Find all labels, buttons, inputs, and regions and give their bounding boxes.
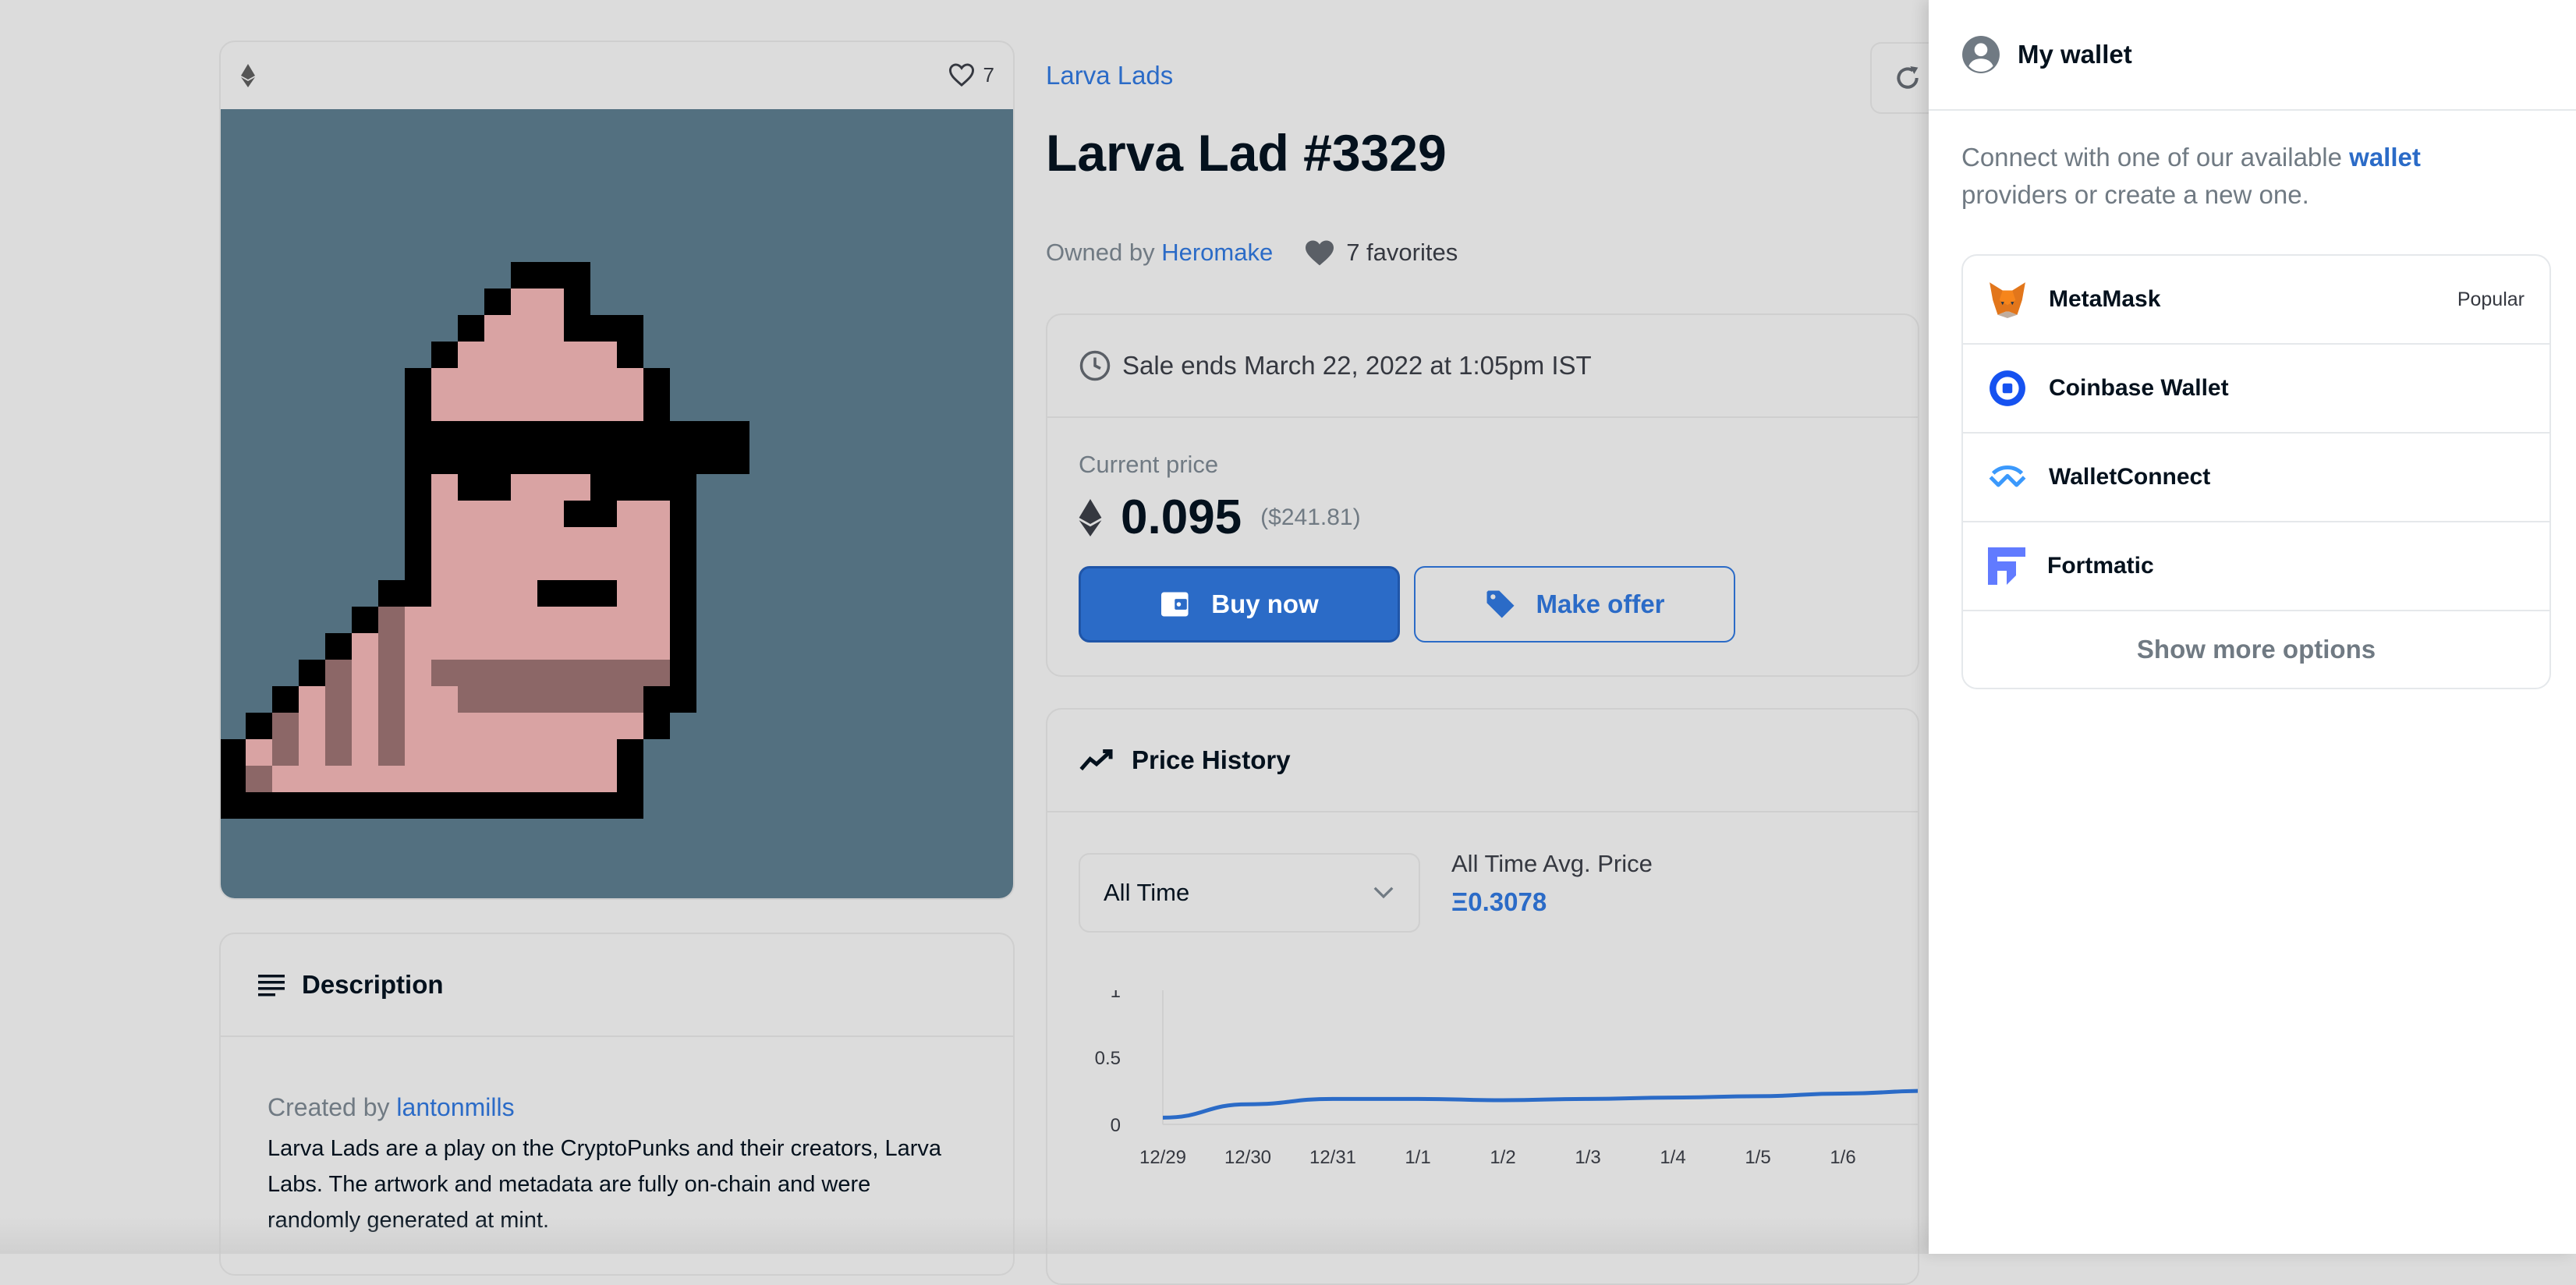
popular-badge: Popular [2457,289,2525,311]
price-history-card: Price History All Time All Time Avg. Pri… [1046,708,1919,1285]
price-value: 0.095 [1121,490,1242,545]
media-card: 7 [219,41,1015,900]
media-toolbar: 7 [221,42,1013,111]
owner-link[interactable]: Heromake [1161,239,1273,267]
sale-end-row: Sale ends March 22, 2022 at 1:05pm IST [1047,315,1918,418]
created-by: Created by lantonmills [268,1093,515,1122]
refresh-icon [1892,62,1923,94]
item-title: Larva Lad #3329 [1046,123,1447,182]
make-offer-label: Make offer [1536,589,1664,619]
wallet-provider-list: MetaMask Popular Coinbase Wallet WalletC… [1961,254,2551,689]
wallet-title: My wallet [2018,40,2132,69]
trend-line-icon [1079,747,1114,773]
y-tick-label: 1 [1111,990,1121,1002]
avg-price-label: All Time Avg. Price [1451,850,1653,878]
price-row: 0.095 ($241.81) [1079,490,1361,545]
heart-outline-icon [948,62,976,87]
page-fade [0,1216,1929,1254]
text-lines-icon [258,973,285,996]
wallet-option-walletconnect[interactable]: WalletConnect [1963,434,2549,522]
favorite-count: 7 [983,63,994,87]
wallet-option-metamask[interactable]: MetaMask Popular [1963,256,2549,345]
owned-by-label: Owned by [1046,239,1155,267]
time-range-select[interactable]: All Time [1079,853,1420,933]
owner-row: Owned by Heromake 7 favorites [1046,239,1458,267]
walletconnect-icon [1988,464,2027,490]
fortmatic-icon [1988,547,2025,585]
wallet-option-fortmatic[interactable]: Fortmatic [1963,522,2549,611]
make-offer-button[interactable]: Make offer [1414,566,1735,642]
wallet-intro-prefix: Connect with one of our available [1961,143,2349,172]
x-tick-label: 12/31 [1309,1147,1356,1168]
x-tick-label: 1/1 [1405,1147,1430,1168]
current-price-label: Current price [1079,451,1218,479]
ethereum-icon [241,64,255,87]
buy-now-label: Buy now [1211,589,1319,619]
price-series-line [1163,1091,1918,1117]
price-history-header[interactable]: Price History [1047,710,1918,812]
sale-end-text: Sale ends March 22, 2022 at 1:05pm IST [1122,351,1592,381]
wallet-info-link[interactable]: wallet [2349,143,2421,172]
time-range-value: All Time [1104,879,1189,907]
wallet-panel: My wallet Connect with one of our availa… [1929,0,2576,1254]
creator-link[interactable]: lantonmills [396,1093,514,1121]
heart-filled-icon [1304,239,1335,267]
sale-card: Sale ends March 22, 2022 at 1:05pm IST C… [1046,313,1919,677]
wallet-option-label: WalletConnect [2049,464,2210,490]
nft-artwork[interactable] [221,109,1013,900]
tag-icon [1484,588,1517,621]
larva-lad-image [221,109,1013,900]
ethereum-icon [1079,499,1102,536]
show-more-options-button[interactable]: Show more options [1963,611,2549,688]
coinbase-icon [1988,369,2027,408]
wallet-intro: Connect with one of our available wallet… [1961,139,2523,214]
x-tick-label: 1/2 [1490,1147,1515,1168]
wallet-option-label: MetaMask [2049,286,2160,313]
clock-icon [1079,349,1111,382]
wallet-option-coinbase[interactable]: Coinbase Wallet [1963,345,2549,434]
description-heading: Description [302,970,444,1000]
collection-link[interactable]: Larva Lads [1046,61,1173,90]
wallet-intro-suffix: providers or create a new one. [1961,180,2309,209]
favorites-text: 7 favorites [1346,239,1458,267]
wallet-option-label: Coinbase Wallet [2049,375,2229,402]
y-tick-label: 0 [1111,1115,1121,1136]
x-tick-label: 1/4 [1660,1147,1685,1168]
price-history-heading: Price History [1132,745,1291,775]
avg-price-value: Ξ0.3078 [1451,887,1547,917]
metamask-fox-icon [1988,281,2027,318]
buy-now-button[interactable]: Buy now [1079,566,1400,642]
created-by-label: Created by [268,1093,390,1121]
x-tick-label: 12/29 [1139,1147,1186,1168]
y-tick-label: 0.5 [1095,1048,1121,1069]
wallet-option-label: Fortmatic [2047,553,2154,579]
favorites-count: 7 favorites [1304,239,1458,267]
x-tick-label: 1/3 [1575,1147,1600,1168]
description-header[interactable]: Description [221,934,1013,1037]
wallet-icon [1160,589,1192,619]
price-usd: ($241.81) [1260,504,1360,531]
chevron-down-icon [1372,885,1395,901]
favorite-toggle[interactable]: 7 [948,62,994,87]
x-tick-label: 12/30 [1224,1147,1271,1168]
x-tick-label: 1/6 [1830,1147,1855,1168]
wallet-header: My wallet [1929,0,2576,111]
x-tick-label: 1/5 [1745,1147,1770,1168]
account-icon [1961,35,2000,74]
